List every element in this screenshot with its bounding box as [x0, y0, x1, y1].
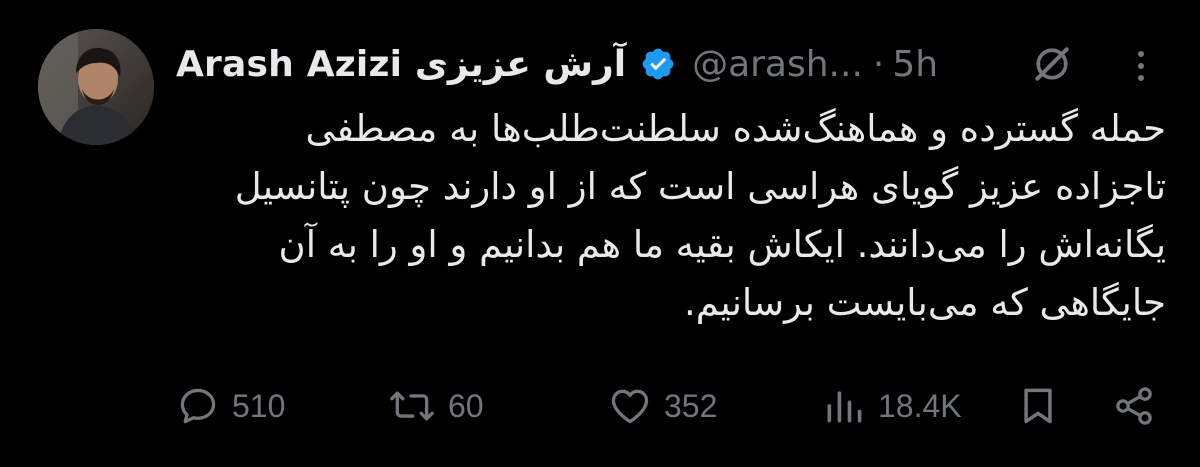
share-button[interactable] [1112, 378, 1156, 434]
reply-icon [176, 384, 220, 428]
retweet-button[interactable]: 60 [388, 378, 484, 434]
tweet-text-line: تاجزاده عزیز گویای هراسی است که از او دا… [234, 165, 1166, 208]
views-button[interactable]: 18.4K [822, 378, 962, 434]
display-name[interactable]: Arash Azizi آرش عزیزی [176, 44, 626, 85]
retweet-icon [388, 384, 436, 428]
like-button[interactable]: 352 [608, 378, 717, 434]
tweet-text-line: حمله گسترده و هماهنگ‌شده سلطنت‌طلب‌ها به… [305, 107, 1167, 150]
share-icon [1112, 384, 1156, 428]
separator-dot: · [872, 43, 885, 85]
more-icon[interactable] [1126, 46, 1156, 86]
tweet[interactable]: Arash Azizi آرش عزیزی @arash... · 5h حمل… [0, 0, 1200, 467]
bookmark-icon [1016, 384, 1060, 428]
action-bar: 510 60 352 18.4K [176, 378, 1166, 434]
reply-count: 510 [232, 387, 286, 424]
tweet-text: حمله گسترده و هماهنگ‌شده سلطنت‌طلب‌ها به… [176, 100, 1166, 332]
tweet-header: Arash Azizi آرش عزیزی @arash... · 5h [176, 36, 1166, 92]
views-icon [822, 384, 866, 428]
like-count: 352 [664, 387, 718, 424]
timestamp[interactable]: 5h [892, 44, 938, 85]
reply-button[interactable]: 510 [176, 378, 285, 434]
tweet-text-line: جایگاهی که می‌بایست برسانیم. [684, 281, 1166, 324]
retweet-count: 60 [448, 387, 484, 424]
handle[interactable]: @arash... [692, 44, 863, 85]
heart-icon [608, 384, 652, 428]
avatar[interactable] [38, 29, 154, 145]
bookmark-button[interactable] [1016, 378, 1060, 434]
verified-badge-icon [640, 46, 676, 82]
views-count: 18.4K [878, 387, 962, 424]
grok-icon[interactable] [1030, 42, 1074, 86]
tweet-text-line: یگانه‌اش را می‌دانند. ایکاش بقیه ما هم ب… [278, 223, 1166, 266]
